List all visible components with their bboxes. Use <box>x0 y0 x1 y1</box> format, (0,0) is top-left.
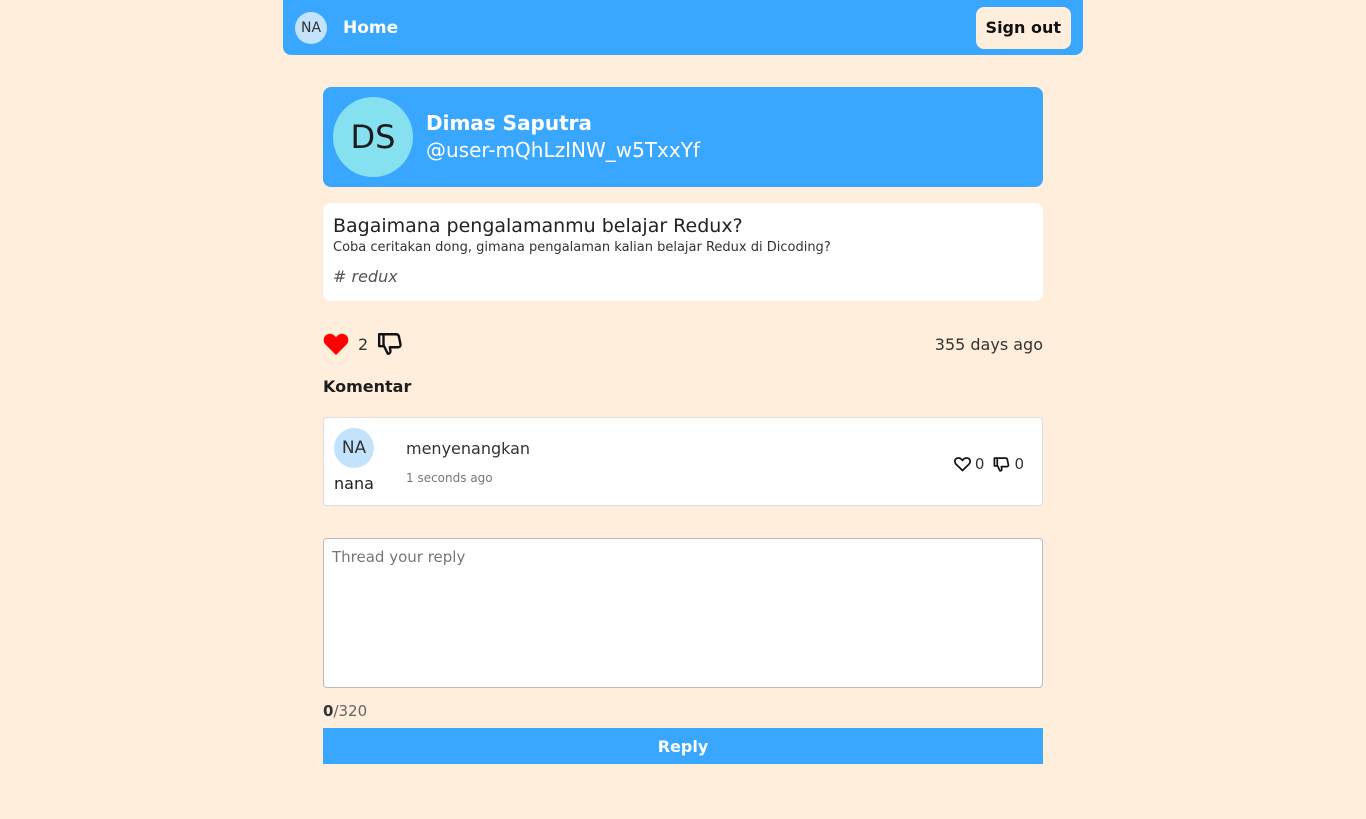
sign-out-button[interactable]: Sign out <box>975 6 1071 49</box>
char-count: 0 <box>323 702 334 720</box>
comment-dislike-count: 0 <box>1014 455 1024 473</box>
dislike-button[interactable] <box>377 331 403 357</box>
thumbs-down-icon <box>994 456 1010 472</box>
owner-info: Dimas Saputra @user-mQhLzINW_w5TxxYf <box>426 110 700 164</box>
like-button[interactable] <box>323 332 349 356</box>
thread-category-tag[interactable]: # redux <box>333 267 1033 286</box>
thread-detail: DS Dimas Saputra @user-mQhLzINW_w5TxxYf … <box>323 87 1043 764</box>
like-count: 2 <box>358 334 369 354</box>
thumbs-down-icon <box>378 333 402 355</box>
thread-title: Bagaimana pengalamanmu belajar Redux? <box>333 215 743 237</box>
thread-created-time: 355 days ago <box>934 334 1043 354</box>
comment-like-button[interactable] <box>953 456 971 472</box>
comment-avatar: NA <box>334 428 374 468</box>
thread-body: Coba ceritakan dong, gimana pengalaman k… <box>333 240 831 255</box>
owner-avatar: DS <box>333 97 413 177</box>
heart-filled-icon <box>323 333 349 355</box>
owner-name: Dimas Saputra <box>426 111 593 135</box>
user-avatar: NA <box>295 11 327 44</box>
thread-actions: 2 355 days ago <box>323 329 1043 359</box>
heart-outline-icon <box>953 457 971 472</box>
char-max: /320 <box>333 702 368 720</box>
owner-handle: @user-mQhLzINW_w5TxxYf <box>426 138 700 162</box>
home-link[interactable]: Home <box>343 18 398 38</box>
comment-votes: 0 0 <box>953 455 1024 473</box>
thread-card: Bagaimana pengalamanmu belajar Redux? Co… <box>323 203 1043 301</box>
comment-dislike-button[interactable] <box>993 456 1010 473</box>
comments-heading: Komentar <box>323 377 412 396</box>
comment-author: NA nana <box>334 428 376 493</box>
reply-button[interactable]: Reply <box>323 728 1043 764</box>
reply-input[interactable] <box>323 538 1043 688</box>
navbar: NA Home Sign out <box>283 0 1083 55</box>
char-counter: 0/320 <box>323 702 1043 720</box>
comment-content: menyenangkan <box>406 439 531 458</box>
thread-owner-card: DS Dimas Saputra @user-mQhLzINW_w5TxxYf <box>323 87 1043 187</box>
comment-time: 1 seconds ago <box>406 471 493 485</box>
comment-like-count: 0 <box>974 455 985 473</box>
comment-author-name: nana <box>334 474 374 493</box>
comment-item: NA nana menyenangkan 1 seconds ago 0 0 <box>323 417 1043 506</box>
